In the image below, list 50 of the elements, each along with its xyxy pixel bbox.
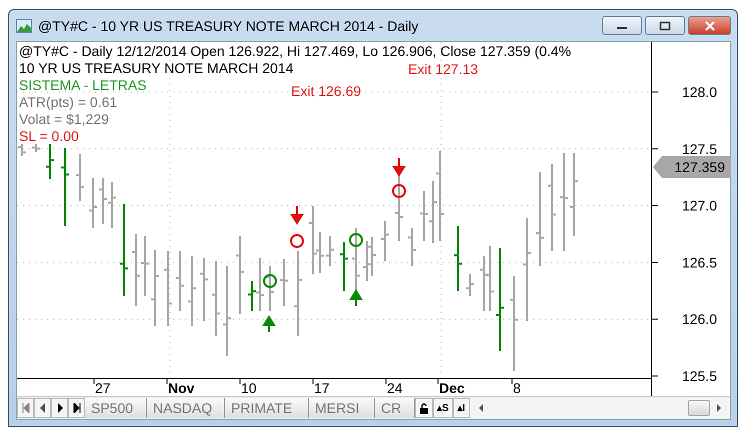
sheet-tab[interactable]: NASDAQ <box>147 398 225 418</box>
date-axis-label: 24 <box>387 380 403 396</box>
last-button[interactable] <box>68 398 85 418</box>
quote-line: @TY#C - Daily 12/12/2014 Open 126.922, Hi 127.469, Lo 126.906, Close 127.359 (0.4% <box>19 43 572 60</box>
minimize-button[interactable] <box>602 16 642 35</box>
sheet-tab[interactable]: SP500 <box>85 398 147 418</box>
date-axis-label: Nov <box>168 380 194 396</box>
exit-label: Exit 126.69 <box>291 83 362 99</box>
price-axis-label: 127.0 <box>682 198 717 214</box>
first-icon <box>22 403 30 413</box>
symbol-name: 10 YR US TREASURY NOTE MARCH 2014 <box>19 60 294 77</box>
lock-icon <box>419 402 429 414</box>
price-axis-label: 128.0 <box>682 84 717 100</box>
next-button[interactable] <box>51 398 68 418</box>
close-icon <box>704 20 716 30</box>
study-value: ATR(pts) = 0.61 <box>19 94 118 111</box>
horizontal-scrollbar[interactable] <box>470 398 730 418</box>
study-value: Volat = $1,229 <box>19 111 109 128</box>
maximize-button[interactable] <box>645 16 685 35</box>
date-axis-label: 17 <box>314 380 330 396</box>
price-axis-label: 126.5 <box>682 254 717 270</box>
previous-button[interactable] <box>34 398 51 418</box>
window-title: @TY#C - 10 YR US TREASURY NOTE MARCH 2014 - Daily <box>38 18 418 34</box>
sheet-tab[interactable]: PRIMATE <box>225 398 309 418</box>
chart-app-icon <box>16 18 32 32</box>
price-axis-label: 125.5 <box>682 368 717 384</box>
first-button[interactable] <box>17 398 34 418</box>
scroll-right-icon[interactable] <box>716 404 722 412</box>
last-price-tag: 127.359 <box>653 156 731 178</box>
date-axis-label: 8 <box>513 380 521 396</box>
next-icon <box>56 403 64 413</box>
scroll-left-icon[interactable] <box>478 404 484 412</box>
scroll-thumb[interactable] <box>688 400 710 416</box>
date-axis-label: 10 <box>241 380 257 396</box>
lock-button[interactable] <box>415 398 433 418</box>
exit-label: Exit 127.13 <box>408 61 478 77</box>
last-icon <box>72 403 80 413</box>
sheet-tab[interactable]: MERSI <box>309 398 375 418</box>
sheet-tab[interactable]: CR <box>375 398 415 418</box>
study-value: SL = 0.00 <box>19 128 79 145</box>
price-axis-label: 127.5 <box>682 140 717 157</box>
date-axis-label: Dec <box>439 380 465 396</box>
maximize-icon <box>659 20 671 30</box>
previous-icon <box>38 403 46 413</box>
study-name: SISTEMA - LETRAS <box>19 77 147 94</box>
price-axis-label: 126.0 <box>682 311 717 328</box>
close-button[interactable] <box>688 16 731 35</box>
toolbar-button[interactable]: ▴I <box>452 398 470 418</box>
date-axis-label: 27 <box>95 380 111 396</box>
toolbar-button[interactable]: ▴S <box>433 398 453 418</box>
